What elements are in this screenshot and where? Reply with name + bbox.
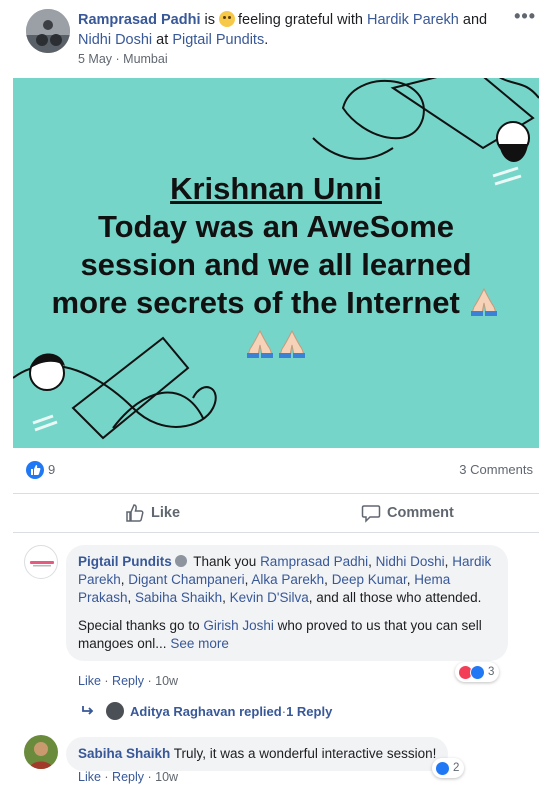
comment-text: , and all those who attended. bbox=[308, 590, 482, 605]
comment-reaction-count: 2 bbox=[453, 762, 460, 774]
like-reaction-icon bbox=[470, 664, 485, 680]
is-text: is bbox=[200, 12, 220, 28]
comment-text: Special thanks go to bbox=[78, 618, 204, 633]
comment-paragraph-2: Special thanks go to Girish Joshi who pr… bbox=[78, 617, 496, 653]
meta-separator: · bbox=[112, 52, 124, 66]
reaction-stats: 9 3 Comments bbox=[0, 455, 550, 485]
comment-bubble: Sabiha Shaikh Truly, it was a wonderful … bbox=[66, 737, 449, 771]
image-line-3: more secrets of the Internet bbox=[51, 285, 460, 320]
comment-text: Truly, it was a wonderful interactive se… bbox=[170, 746, 437, 761]
comment-button[interactable]: Comment bbox=[361, 494, 454, 532]
page-badge-icon bbox=[174, 555, 187, 567]
comment-text: , bbox=[368, 554, 376, 569]
author-avatar[interactable] bbox=[26, 9, 70, 53]
thumbs-up-icon bbox=[126, 504, 144, 522]
like-reaction-icon bbox=[435, 760, 450, 776]
post-actions: Like Comment bbox=[13, 493, 539, 533]
replies-summary[interactable]: Aditya Raghavan replied · 1 Reply bbox=[82, 702, 332, 720]
mention-kevin[interactable]: Kevin D'Silva bbox=[230, 590, 309, 605]
comment-reply-link[interactable]: Reply bbox=[112, 770, 144, 784]
replier-avatar bbox=[106, 702, 124, 720]
comment-text: , bbox=[444, 554, 449, 569]
comment-reply-link[interactable]: Reply bbox=[112, 674, 144, 688]
image-line-1: Today was an AweSome bbox=[97, 209, 455, 244]
and-text: and bbox=[458, 12, 488, 28]
comment-age[interactable]: 10w bbox=[155, 674, 178, 688]
more-options-icon[interactable]: ••• bbox=[514, 6, 536, 27]
feeling-text: feeling grateful with bbox=[238, 12, 367, 28]
mention-sabiha[interactable]: Sabiha Shaikh bbox=[135, 590, 222, 605]
see-more-link[interactable]: See more bbox=[170, 636, 229, 651]
image-caption: Krishnan Unni Today was an AweSome sessi… bbox=[13, 170, 539, 368]
mention-deep[interactable]: Deep Kumar bbox=[332, 572, 407, 587]
comment-icon bbox=[361, 505, 381, 523]
comment-text: Thank you bbox=[189, 554, 261, 569]
comment-like-link[interactable]: Like bbox=[78, 674, 101, 688]
pigtail-pundits-avatar[interactable] bbox=[24, 545, 58, 579]
mention-girish[interactable]: Girish Joshi bbox=[203, 618, 274, 633]
comment-text: , bbox=[222, 590, 230, 605]
grateful-emoji-icon bbox=[219, 11, 236, 27]
tagged-user-nidhi[interactable]: Nidhi Doshi bbox=[78, 32, 152, 48]
comment-actions: Like · Reply · 10w bbox=[78, 674, 179, 688]
reply-count: 1 Reply bbox=[286, 703, 333, 719]
comment-text: , bbox=[406, 572, 411, 587]
image-title: Krishnan Unni bbox=[170, 171, 382, 206]
comment-actions: Like · Reply · 10w bbox=[78, 770, 179, 784]
comment-count[interactable]: 3 Comments bbox=[459, 462, 533, 477]
like-label: Like bbox=[151, 505, 181, 521]
post-meta: 5 May · Mumbai bbox=[78, 52, 168, 66]
like-button[interactable]: Like bbox=[125, 494, 180, 532]
like-reaction-icon[interactable] bbox=[26, 461, 44, 479]
image-line-2: session and we all learned bbox=[80, 247, 472, 282]
image-line-4 bbox=[13, 326, 539, 368]
comment-label: Comment bbox=[387, 505, 454, 521]
praying-hands-icon bbox=[276, 327, 308, 368]
comment-author[interactable]: Sabiha Shaikh bbox=[78, 746, 170, 761]
reply-arrow-icon bbox=[82, 706, 94, 715]
mention-digant[interactable]: Digant Champaneri bbox=[128, 572, 244, 587]
comment-text: , bbox=[324, 572, 332, 587]
post-location[interactable]: Mumbai bbox=[123, 52, 167, 66]
comment-text: , bbox=[127, 590, 136, 605]
mention-nidhi[interactable]: Nidhi Doshi bbox=[376, 554, 445, 569]
comment-reactions[interactable]: 3 bbox=[455, 662, 500, 682]
tagged-place[interactable]: Pigtail Pundits bbox=[172, 32, 264, 48]
reaction-count[interactable]: 9 bbox=[48, 462, 55, 477]
image-line-3-wrap: more secrets of the Internet bbox=[13, 284, 539, 326]
mention-ramprasad[interactable]: Ramprasad Padhi bbox=[260, 554, 368, 569]
author-name[interactable]: Ramprasad Padhi bbox=[78, 12, 201, 28]
comment-reaction-count: 3 bbox=[488, 666, 495, 678]
comment-age[interactable]: 10w bbox=[155, 770, 178, 784]
comment-reactions[interactable]: 2 bbox=[432, 758, 465, 778]
comment-author[interactable]: Pigtail Pundits bbox=[78, 554, 172, 569]
replier-text: Aditya Raghavan replied bbox=[130, 703, 282, 719]
at-text: at bbox=[152, 32, 173, 48]
tagged-user-hardik[interactable]: Hardik Parekh bbox=[367, 12, 459, 28]
post-header: Ramprasad Padhi is feeling grateful with… bbox=[0, 0, 550, 78]
comment-like-link[interactable]: Like bbox=[78, 770, 101, 784]
mention-alka[interactable]: Alka Parekh bbox=[251, 572, 324, 587]
comment-bubble: Pigtail Pundits Thank you Ramprasad Padh… bbox=[66, 545, 508, 661]
period-text: . bbox=[264, 32, 269, 48]
post-image[interactable]: Krishnan Unni Today was an AweSome sessi… bbox=[13, 78, 539, 448]
praying-hands-icon bbox=[468, 285, 500, 326]
comment-paragraph-1: Pigtail Pundits Thank you Ramprasad Padh… bbox=[78, 553, 496, 607]
praying-hands-icon bbox=[244, 327, 276, 368]
post-date[interactable]: 5 May bbox=[78, 52, 112, 66]
post-header-text: Ramprasad Padhi is feeling grateful with… bbox=[78, 10, 518, 50]
sabiha-shaikh-avatar[interactable] bbox=[24, 735, 58, 769]
